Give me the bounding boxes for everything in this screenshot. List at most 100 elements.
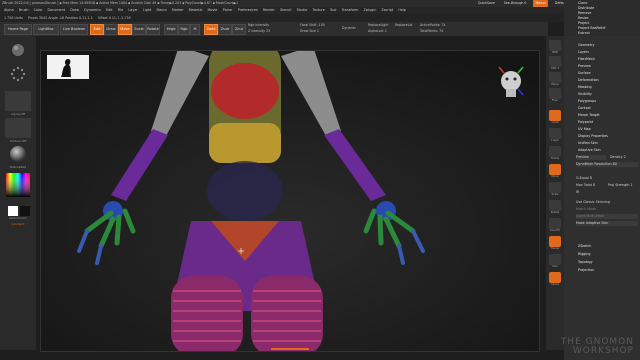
persp-icon[interactable] [549, 72, 561, 83]
brush-thumbnail[interactable] [5, 40, 31, 60]
match-mode-button[interactable]: Match Mode [576, 207, 596, 211]
section-display-properties[interactable]: Display Properties [578, 134, 608, 138]
tray-item-clone[interactable]: Clone [578, 1, 587, 5]
menu-color[interactable]: Color [34, 7, 43, 14]
section-zsketch[interactable]: ZSketch [578, 244, 591, 248]
menu-help[interactable]: Help [398, 7, 406, 14]
menu-preferences[interactable]: Preferences [238, 7, 258, 14]
menu-tool[interactable]: Tool [330, 7, 337, 14]
section-deformation[interactable]: Deformation [578, 78, 599, 82]
lsym-icon[interactable] [549, 128, 561, 139]
menu-marker[interactable]: Marker [172, 7, 184, 14]
section-preview[interactable]: Preview [578, 64, 591, 68]
gradient-button[interactable]: Gradient [4, 222, 32, 226]
color-picker[interactable] [5, 172, 31, 198]
bpr-icon[interactable] [549, 40, 561, 51]
material-thumbnail[interactable] [5, 144, 31, 164]
switch-color-button[interactable]: SwitchColor [4, 216, 32, 220]
move-icon[interactable] [549, 164, 561, 175]
section-rigging[interactable]: Rigging [578, 252, 591, 256]
menu-texture[interactable]: Texture [312, 7, 324, 14]
menu-layer[interactable]: Layer [128, 7, 137, 14]
menu-alpha[interactable]: Alpha [4, 7, 14, 14]
scale-button[interactable]: Scale [132, 24, 146, 35]
use-classic-skinning-toggle[interactable]: Use Classic Skinning [576, 200, 610, 204]
quicksave-button[interactable]: QuickSave [476, 0, 497, 7]
insert-multimesh-button[interactable]: Insert Multi-Mesh [576, 214, 604, 218]
rgb-button[interactable]: Rgb [178, 24, 190, 35]
draw-button[interactable]: Draw [104, 24, 118, 35]
replace-lst-button[interactable]: ReplaceLst [395, 23, 412, 27]
texture-thumbnail[interactable] [5, 118, 31, 138]
ir-slider[interactable]: IR [576, 190, 579, 194]
focal-shift-slider[interactable]: Focal Shift -100 [300, 23, 325, 27]
section-contact[interactable]: Contact [578, 106, 591, 110]
menu-light[interactable]: Light [143, 7, 151, 14]
menu-file[interactable]: File [118, 7, 124, 14]
scale-icon[interactable] [549, 182, 561, 193]
menus-button[interactable]: Menus [533, 0, 548, 7]
section-morph-target[interactable]: Morph Target [578, 113, 600, 117]
menu-picker[interactable]: Picker [223, 7, 233, 14]
polyf-icon[interactable] [549, 218, 561, 229]
section-topology[interactable]: Topology [578, 260, 593, 264]
menu-draw[interactable]: Draw [70, 7, 79, 14]
rotate-icon[interactable] [549, 200, 561, 211]
document-canvas[interactable] [40, 41, 540, 356]
spix-icon[interactable] [549, 56, 561, 67]
menu-render[interactable]: Render [263, 7, 275, 14]
menu-zplugin[interactable]: Zplugin [364, 7, 377, 14]
menu-transform[interactable]: Transform [342, 7, 359, 14]
section-fibermesh[interactable]: FiberMesh [578, 57, 595, 61]
lightbox-button[interactable]: LightBox [33, 24, 59, 35]
section-visibility[interactable]: Visibility [578, 92, 592, 96]
section-polypaint[interactable]: Polypaint [578, 120, 593, 124]
zadd-button[interactable]: Zadd [204, 24, 218, 35]
rotate-button[interactable]: Rotate [146, 24, 160, 35]
color-swatches[interactable] [5, 202, 31, 216]
tray-item-extract[interactable]: Extract [578, 31, 590, 35]
draw-size-slider[interactable]: Draw Size 1 [300, 29, 319, 33]
menu-material[interactable]: Material [189, 7, 203, 14]
floor-icon[interactable] [549, 88, 561, 99]
menu-movie[interactable]: Movie [207, 7, 217, 14]
menu-dynamics[interactable]: Dynamics [84, 7, 101, 14]
menu-stroke[interactable]: Stroke [297, 7, 308, 14]
menu-stencil[interactable]: Stencil [280, 7, 291, 14]
menu-edit[interactable]: Edit [106, 7, 113, 14]
tray-item-resize[interactable]: Resize [578, 16, 589, 20]
section-adaptive-skin[interactable]: Adaptive Skin [578, 148, 601, 152]
max-twist-slider[interactable]: Max Twist 8 [576, 183, 595, 187]
zsub-button[interactable]: Zsub [218, 24, 232, 35]
tray-item-project[interactable]: Project [578, 21, 589, 25]
z-intensity-slider[interactable]: Z Intensity 25 [248, 29, 270, 33]
see-through-slider[interactable]: See-through 0 [502, 0, 529, 7]
menu-document[interactable]: Document [48, 7, 66, 14]
live-boolean-button[interactable]: Live Boolean [60, 24, 88, 35]
rgb-intensity-slider[interactable]: Rgb Intensity [248, 23, 269, 27]
g-equal-slider[interactable]: G.Equal 8 [576, 176, 592, 180]
section-masking[interactable]: Masking [578, 85, 592, 89]
dynamic-button[interactable]: Dynamic [342, 26, 356, 30]
transp-icon[interactable] [549, 236, 561, 247]
section-uv-map[interactable]: UV Map [578, 127, 591, 131]
tray-item-remove[interactable]: Remove [578, 11, 591, 15]
move-button[interactable]: Move [118, 24, 132, 35]
menu-macro[interactable]: Macro [156, 7, 166, 14]
frame-icon[interactable] [549, 146, 561, 157]
proj-strength-slider[interactable]: Proj Strength 1 [608, 183, 633, 187]
local-icon[interactable] [549, 110, 561, 121]
stroke-thumbnail[interactable] [5, 64, 31, 82]
solo-icon[interactable] [549, 254, 561, 265]
section-polygroups[interactable]: Polygroups [578, 99, 596, 103]
tray-item-project-basrelief[interactable]: Project BasRelief [578, 26, 606, 30]
home-page-button[interactable]: Home Page [4, 24, 32, 35]
m-button[interactable]: M [190, 24, 200, 35]
menu-brush[interactable]: Brush [19, 7, 29, 14]
section-surface[interactable]: Surface [578, 71, 591, 75]
edit-button[interactable]: Edit [90, 24, 104, 35]
tray-item-distribute[interactable]: Distribute [578, 6, 594, 10]
xpose-icon[interactable] [549, 272, 561, 283]
density-slider[interactable]: Density 2 [610, 155, 626, 159]
section-geometry[interactable]: Geometry [578, 43, 594, 47]
